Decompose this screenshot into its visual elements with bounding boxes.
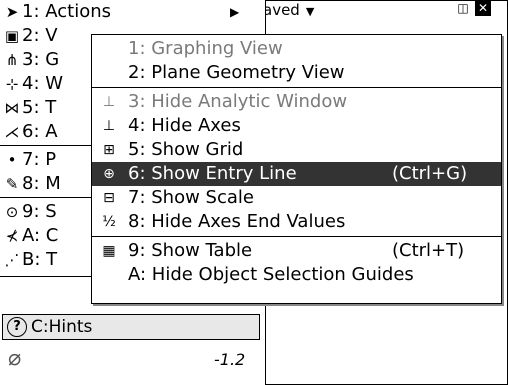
menu-item-label: B: T	[22, 249, 58, 270]
measure-icon: ✎	[5, 175, 19, 193]
window-controls: ◫ ✕	[455, 1, 491, 16]
triangle-down-icon: ▼	[305, 5, 315, 18]
menu-item-label: 8: M	[22, 173, 61, 194]
menu-item-label: 6: A	[22, 121, 58, 142]
submenu-item-hide-axes[interactable]: ⊥ 4: Hide Axes	[92, 114, 501, 138]
hints-label: C:Hints	[31, 317, 93, 337]
axes-corner-icon: ⊥	[102, 94, 116, 110]
submenu-item-label: 6: Show Entry Line	[128, 163, 297, 184]
point-icon: •	[7, 151, 17, 169]
menu-item-label: 9: S	[22, 201, 57, 222]
question-icon: ?	[7, 317, 27, 337]
submenu-item-label: 7: Show Scale	[128, 187, 254, 208]
page-icon[interactable]: ◫	[455, 1, 471, 16]
submenu-divider	[92, 236, 501, 237]
grid-icon: ⊞	[103, 142, 115, 158]
submenu-item-hide-analytic-window[interactable]: ⊥ 3: Hide Analytic Window	[92, 90, 501, 114]
menu-item-label: 2: V	[22, 25, 58, 46]
shortcut-label: (Ctrl+G)	[392, 163, 468, 184]
submenu-item-hide-object-selection-guides[interactable]: A: Hide Object Selection Guides	[92, 263, 501, 287]
arrow-pointer-icon: ➤	[5, 3, 19, 21]
end-values-icon: ½	[102, 214, 116, 230]
menu-item-label: A: C	[22, 225, 59, 246]
menu-item-hints[interactable]: ? C:Hints	[2, 314, 260, 340]
menu-item-label: 3: G	[22, 49, 60, 70]
submenu-item-show-scale[interactable]: ⊟ 7: Show Scale	[92, 186, 501, 210]
menu-item-actions[interactable]: ➤ 1: Actions ▶	[0, 0, 265, 24]
menu-item-label: 5: T	[22, 97, 57, 118]
close-icon[interactable]: ✕	[475, 1, 491, 16]
submenu-item-label: 8: Hide Axes End Values	[128, 211, 346, 232]
submenu-item-label: 9: Show Table	[128, 240, 253, 261]
axis-tick-value: -1.2	[214, 350, 246, 369]
transform-icon: ⋰	[4, 251, 20, 269]
graph-area-preview: ⌀ -1.2	[0, 340, 265, 384]
submenu-item-show-entry-line[interactable]: ⊕ 6: Show Entry Line (Ctrl+G)	[92, 162, 501, 186]
submenu-item-label: 1: Graphing View	[128, 38, 283, 59]
shortcut-label: (Ctrl+T)	[392, 240, 465, 261]
slash-icon[interactable]: ⌀	[8, 346, 21, 371]
scale-icon: ⊟	[103, 190, 115, 206]
menu-item-label: 4: W	[22, 73, 64, 94]
table-icon: ▦	[102, 243, 116, 259]
construction-icon: ⊀	[5, 227, 19, 245]
submenu-item-label: 3: Hide Analytic Window	[128, 91, 348, 112]
trace-icon: ⋈	[4, 99, 20, 117]
entry-line-icon: ⊕	[103, 166, 115, 182]
status-text: aved	[263, 1, 300, 19]
submenu-item-show-grid[interactable]: ⊞ 5: Show Grid	[92, 138, 501, 162]
axes-icon: ⊥	[102, 118, 116, 134]
submenu-item-label: 5: Show Grid	[128, 139, 244, 160]
submenu-arrow-icon: ▶	[230, 5, 240, 19]
shapes-icon: ⊙	[5, 203, 19, 221]
submenu-divider	[92, 87, 501, 88]
analyze-icon: ⋌	[4, 123, 20, 141]
submenu-item-label: 2: Plane Geometry View	[128, 62, 345, 83]
menu-item-label: 1: Actions	[22, 1, 111, 22]
submenu-item-label: A: Hide Object Selection Guides	[128, 264, 414, 285]
menu-item-label: 7: P	[22, 149, 57, 170]
graph-icon: ⋔	[5, 51, 19, 69]
submenu-item-hide-axes-end-values[interactable]: ½ 8: Hide Axes End Values	[92, 210, 501, 234]
submenu-item-show-table[interactable]: ▦ 9: Show Table (Ctrl+T)	[92, 239, 501, 263]
submenu-item-plane-geometry-view[interactable]: 2: Plane Geometry View	[92, 61, 501, 85]
window-icon: ⊹	[5, 75, 19, 93]
submenu-item-label: 4: Hide Axes	[128, 115, 241, 136]
view-icon: ▣	[4, 27, 20, 45]
document-status[interactable]: aved ▼	[263, 1, 314, 19]
view-submenu: 1: Graphing View 2: Plane Geometry View …	[91, 34, 502, 304]
submenu-item-graphing-view[interactable]: 1: Graphing View	[92, 37, 501, 61]
